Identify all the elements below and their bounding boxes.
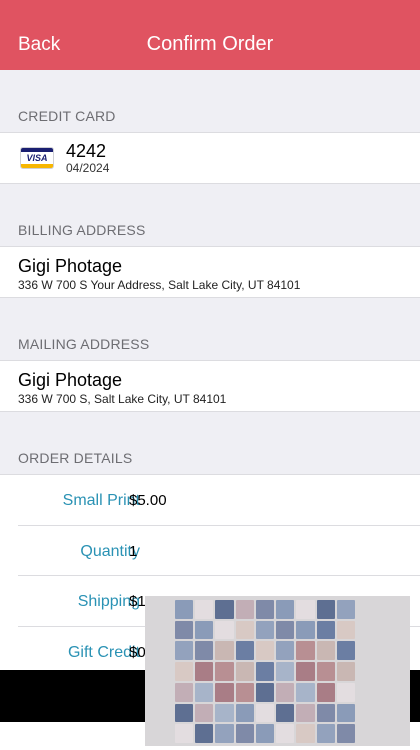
collage-tile [276, 662, 295, 681]
collage-tile [276, 703, 295, 723]
collage-tile [255, 662, 275, 681]
collage-tile [336, 662, 355, 681]
collage-tile [235, 703, 254, 723]
collage-tile [195, 682, 214, 702]
collage-tile [215, 724, 234, 743]
mailing-address-cell[interactable]: Gigi Photage 336 W 700 S, Salt Lake City… [0, 360, 420, 412]
billing-name: Gigi Photage [18, 256, 123, 276]
collage-tile [336, 620, 355, 640]
collage-tile [336, 724, 355, 743]
collage-tile [255, 641, 275, 661]
collage-tile [195, 641, 214, 661]
detail-value: $0 [129, 643, 146, 661]
billing-address-header: BILLING ADDRESS [18, 222, 146, 238]
mailing-name: Gigi Photage [18, 370, 123, 390]
collage-tile [195, 600, 214, 619]
collage-tile [195, 703, 214, 723]
collage-tile [215, 662, 234, 681]
navigation-bar: Back Confirm Order [0, 0, 420, 70]
collage-tile [175, 662, 194, 681]
collage-tile [175, 724, 194, 743]
card-expiry: 04/2024 [66, 161, 110, 175]
collage-tile [195, 662, 214, 681]
detail-row-quantity: Quantity 1 [18, 526, 420, 576]
collage-tile [255, 703, 275, 723]
collage-tile [235, 662, 254, 681]
collage-tile [336, 682, 355, 702]
collage-tile [215, 641, 234, 661]
collage-tile [195, 620, 214, 640]
collage-tile [235, 600, 254, 619]
collage-tile [316, 703, 335, 723]
detail-row-small-print: Small Print $5.00 [18, 475, 420, 526]
collage-tile [316, 662, 335, 681]
collage-tile [276, 682, 295, 702]
credit-card-info: 4242 04/2024 [66, 141, 109, 175]
collage-tile [175, 682, 194, 702]
order-summary: CREDIT CARD VISA 4242 04/2024 BILLING AD… [0, 70, 420, 670]
collage-tile [296, 682, 315, 702]
collage-tile [195, 724, 214, 743]
collage-tile [336, 600, 355, 619]
card-last-digits: 4242 [66, 141, 107, 161]
collage-tile [235, 620, 254, 640]
mailing-address: 336 W 700 S, Salt Lake City, UT 84101 [18, 392, 227, 406]
page-title: Confirm Order [146, 33, 274, 55]
detail-value: 1 [129, 542, 138, 560]
collage-tile [235, 682, 254, 702]
visa-card-icon: VISA [20, 147, 54, 169]
collage-tile [255, 620, 275, 640]
billing-address: 336 W 700 S Your Address, Salt Lake City… [18, 278, 301, 292]
collage-tile [235, 641, 254, 661]
collage-tile [255, 600, 275, 619]
collage-tile [316, 641, 335, 661]
collage-tile [296, 620, 315, 640]
order-details-header: ORDER DETAILS [18, 450, 133, 466]
collage-tile [276, 620, 295, 640]
photo-collage-image [175, 600, 355, 743]
collage-tile [215, 620, 234, 640]
collage-tile [296, 724, 315, 743]
collage-tile [215, 600, 234, 619]
detail-value: $5.00 [129, 492, 167, 509]
collage-tile [296, 600, 315, 619]
collage-tile [276, 724, 295, 743]
credit-card-cell[interactable]: VISA 4242 04/2024 [0, 132, 420, 184]
collage-tile [175, 620, 194, 640]
collage-tile [175, 600, 194, 619]
collage-tile [316, 682, 335, 702]
collage-tile [276, 641, 295, 661]
credit-card-header: CREDIT CARD [18, 108, 116, 124]
collage-tile [296, 703, 315, 723]
collage-tile [276, 600, 295, 619]
collage-tile [175, 641, 194, 661]
collage-tile [175, 703, 194, 723]
collage-tile [215, 682, 234, 702]
collage-tile [296, 641, 315, 661]
collage-tile [235, 724, 254, 743]
collage-tile [336, 703, 355, 723]
collage-tile [316, 620, 335, 640]
video-overlay[interactable] [145, 596, 410, 746]
collage-tile [255, 724, 275, 743]
billing-address-cell[interactable]: Gigi Photage 336 W 700 S Your Address, S… [0, 246, 420, 298]
collage-tile [215, 703, 234, 723]
detail-value: $1 [129, 593, 146, 610]
collage-tile [316, 724, 335, 743]
mailing-address-header: MAILING ADDRESS [18, 336, 150, 352]
collage-tile [336, 641, 355, 661]
collage-tile [255, 682, 275, 702]
collage-tile [316, 600, 335, 619]
collage-tile [296, 662, 315, 681]
